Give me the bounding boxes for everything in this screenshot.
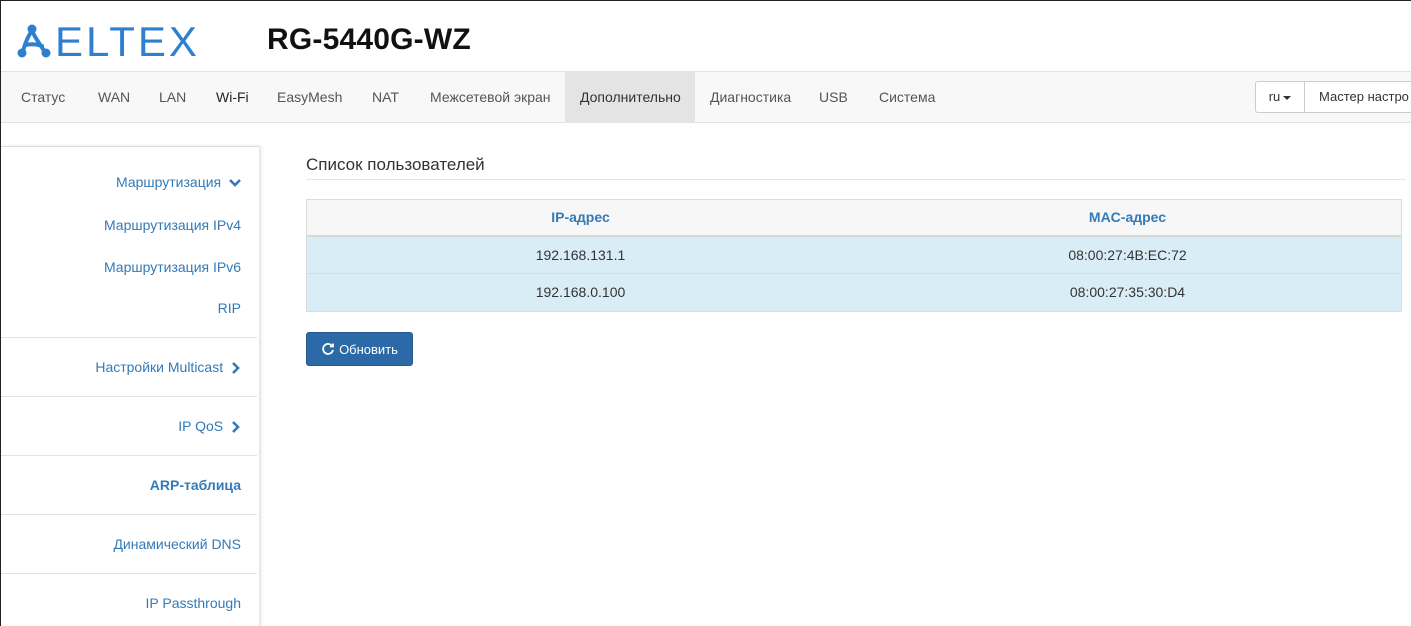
table-row: 192.168.131.1 08:00:27:4B:EC:72 xyxy=(307,237,1401,274)
nav-tab-usb[interactable]: USB xyxy=(807,72,860,122)
nav-tab-system[interactable]: Система xyxy=(867,72,947,122)
eltex-logo: ELTEX xyxy=(17,19,200,61)
table-cell-ip: 192.168.131.1 xyxy=(535,247,626,263)
sidebar-item-ip-passthrough[interactable]: IP Passthrough xyxy=(1,595,255,611)
nav-tab-firewall[interactable]: Межсетевой экран xyxy=(418,72,563,122)
sidebar-item-routing[interactable]: Маршрутизация xyxy=(1,174,255,190)
language-value: ru xyxy=(1268,89,1281,104)
table-cell-ip: 192.168.0.100 xyxy=(535,284,626,300)
sidebar-divider xyxy=(1,514,257,515)
setup-wizard-button[interactable]: Мастер настро xyxy=(1304,81,1411,113)
sidebar-item-multicast[interactable]: Настройки Multicast xyxy=(1,359,255,375)
sidebar-divider xyxy=(1,337,257,338)
table-cell-mac: 08:00:27:35:30:D4 xyxy=(1069,284,1186,300)
nav-tab-wifi[interactable]: Wi-Fi xyxy=(204,72,261,122)
sidebar-divider xyxy=(1,455,257,456)
sidebar-item-label: Настройки Multicast xyxy=(95,359,224,375)
arp-table: IP-адрес MAC-адрес 192.168.131.1 08:00:2… xyxy=(306,199,1402,312)
nav-tab-diagnostics[interactable]: Диагностика xyxy=(698,72,803,122)
sidebar-item-routing-ipv6[interactable]: Маршрутизация IPv6 xyxy=(1,259,255,275)
top-navbar: Статус WAN LAN Wi-Fi EasyMesh NAT Межсет… xyxy=(1,71,1411,123)
app-window: ELTEX RG-5440G-WZ Статус WAN LAN Wi-Fi E… xyxy=(0,0,1411,626)
sidebar-item-label: Маршрутизация xyxy=(116,174,222,190)
svg-text:ELTEX: ELTEX xyxy=(55,19,200,61)
table-cell-mac: 08:00:27:4B:EC:72 xyxy=(1068,247,1187,263)
table-header: IP-адрес MAC-адрес xyxy=(307,200,1401,237)
sidebar-item-rip[interactable]: RIP xyxy=(1,300,255,316)
sidebar-divider xyxy=(1,396,257,397)
chevron-right-icon xyxy=(232,421,240,434)
refresh-icon xyxy=(322,343,334,355)
caret-down-icon xyxy=(1283,95,1292,100)
language-dropdown[interactable]: ru xyxy=(1255,81,1305,113)
sidebar-item-ip-qos[interactable]: IP QoS xyxy=(1,418,255,434)
page-title: Список пользователей xyxy=(306,155,485,174)
sidebar-item-label: IP QoS xyxy=(178,418,224,434)
nav-tab-nat[interactable]: NAT xyxy=(360,72,411,122)
chevron-right-icon xyxy=(232,362,240,375)
table-row: 192.168.0.100 08:00:27:35:30:D4 xyxy=(307,274,1401,311)
nav-tab-lan[interactable]: LAN xyxy=(147,72,198,122)
nav-tab-wan[interactable]: WAN xyxy=(86,72,142,122)
device-model-title: RG-5440G-WZ xyxy=(267,23,471,56)
refresh-button[interactable]: Обновить xyxy=(306,332,413,366)
nav-tab-advanced[interactable]: Дополнительно xyxy=(565,72,695,122)
nav-tab-status[interactable]: Статус xyxy=(9,72,77,122)
sidebar-divider xyxy=(1,573,257,574)
sidebar-item-arp-table[interactable]: ARP-таблица xyxy=(1,477,255,493)
sidebar: Маршрутизация Маршрутизация IPv4 Маршрут… xyxy=(1,146,259,626)
header: ELTEX RG-5440G-WZ xyxy=(1,1,1411,71)
refresh-button-label: Обновить xyxy=(339,341,398,357)
title-divider xyxy=(306,179,1406,180)
sidebar-item-dynamic-dns[interactable]: Динамический DNS xyxy=(1,536,255,552)
chevron-down-icon xyxy=(229,179,241,188)
column-header-mac[interactable]: MAC-адрес xyxy=(854,200,1401,235)
nav-tab-easymesh[interactable]: EasyMesh xyxy=(265,72,354,122)
column-header-ip[interactable]: IP-адрес xyxy=(307,200,854,235)
sidebar-item-routing-ipv4[interactable]: Маршрутизация IPv4 xyxy=(1,217,255,233)
